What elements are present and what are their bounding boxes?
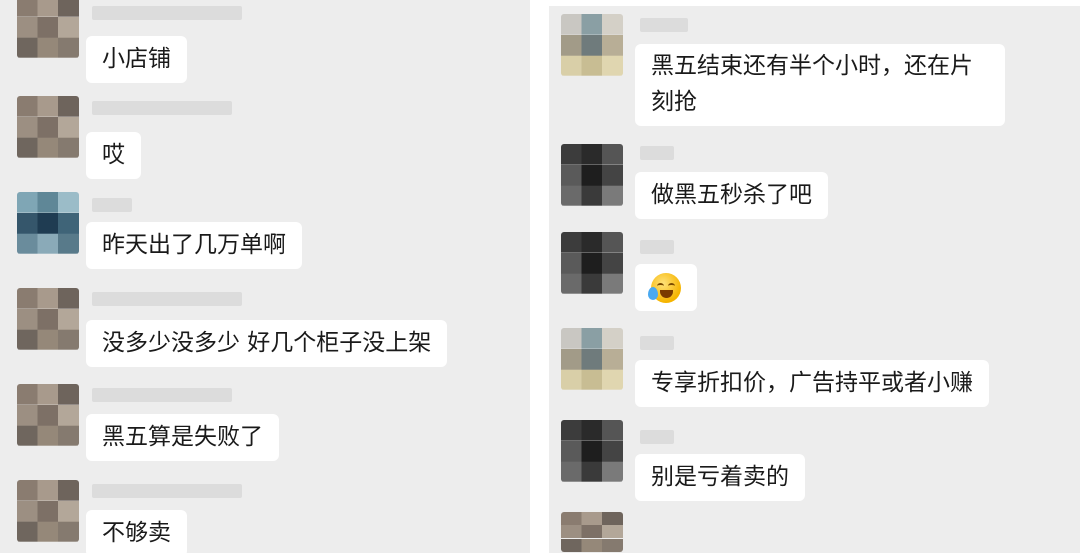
avatar[interactable] — [17, 0, 79, 58]
avatar[interactable] — [561, 512, 623, 552]
message-bubble[interactable]: 小店铺 — [86, 36, 187, 83]
message-bubble[interactable]: 黑五结束还有半个小时，还在片刻抢 — [635, 44, 1005, 126]
avatar[interactable] — [561, 328, 623, 390]
message-bubble[interactable]: 哎 — [86, 132, 141, 179]
message-bubble[interactable] — [635, 264, 697, 311]
sender-name-blurred — [640, 146, 674, 160]
sender-name-blurred — [92, 484, 242, 498]
message-bubble[interactable]: 黑五算是失败了 — [86, 414, 279, 461]
sender-name-blurred — [640, 430, 674, 444]
avatar[interactable] — [561, 144, 623, 206]
avatar[interactable] — [17, 96, 79, 158]
avatar[interactable] — [17, 288, 79, 350]
message-bubble[interactable]: 昨天出了几万单啊 — [86, 222, 302, 269]
sender-name-blurred — [92, 198, 132, 212]
sender-name-blurred — [640, 18, 688, 32]
message-bubble[interactable]: 做黑五秒杀了吧 — [635, 172, 828, 219]
sender-name-blurred — [92, 388, 232, 402]
avatar[interactable] — [561, 232, 623, 294]
message-bubble[interactable]: 没多少没多少 好几个柜子没上架 — [86, 320, 448, 367]
sender-name-blurred — [640, 336, 674, 350]
avatar[interactable] — [17, 480, 79, 542]
left-chat-panel: 小店铺 哎 昨天出了几万单啊 没多少没多少 好几个柜子没上架 黑五算是失败了 不… — [0, 0, 530, 553]
sender-name-blurred — [92, 292, 242, 306]
avatar[interactable] — [561, 14, 623, 76]
message-bubble[interactable]: 别是亏着卖的 — [635, 454, 805, 501]
avatar[interactable] — [17, 384, 79, 446]
sender-name-blurred — [92, 101, 232, 115]
avatar[interactable] — [17, 192, 79, 254]
right-chat-panel: 黑五结束还有半个小时，还在片刻抢 做黑五秒杀了吧 专享折扣价，广告持平或者小赚 … — [549, 6, 1080, 553]
message-bubble[interactable]: 不够卖 — [86, 510, 187, 553]
sender-name-blurred — [92, 6, 242, 20]
avatar[interactable] — [561, 420, 623, 482]
sender-name-blurred — [640, 240, 674, 254]
message-bubble[interactable]: 专享折扣价，广告持平或者小赚 — [635, 360, 989, 407]
crying-laughing-emoji-icon — [648, 272, 681, 303]
